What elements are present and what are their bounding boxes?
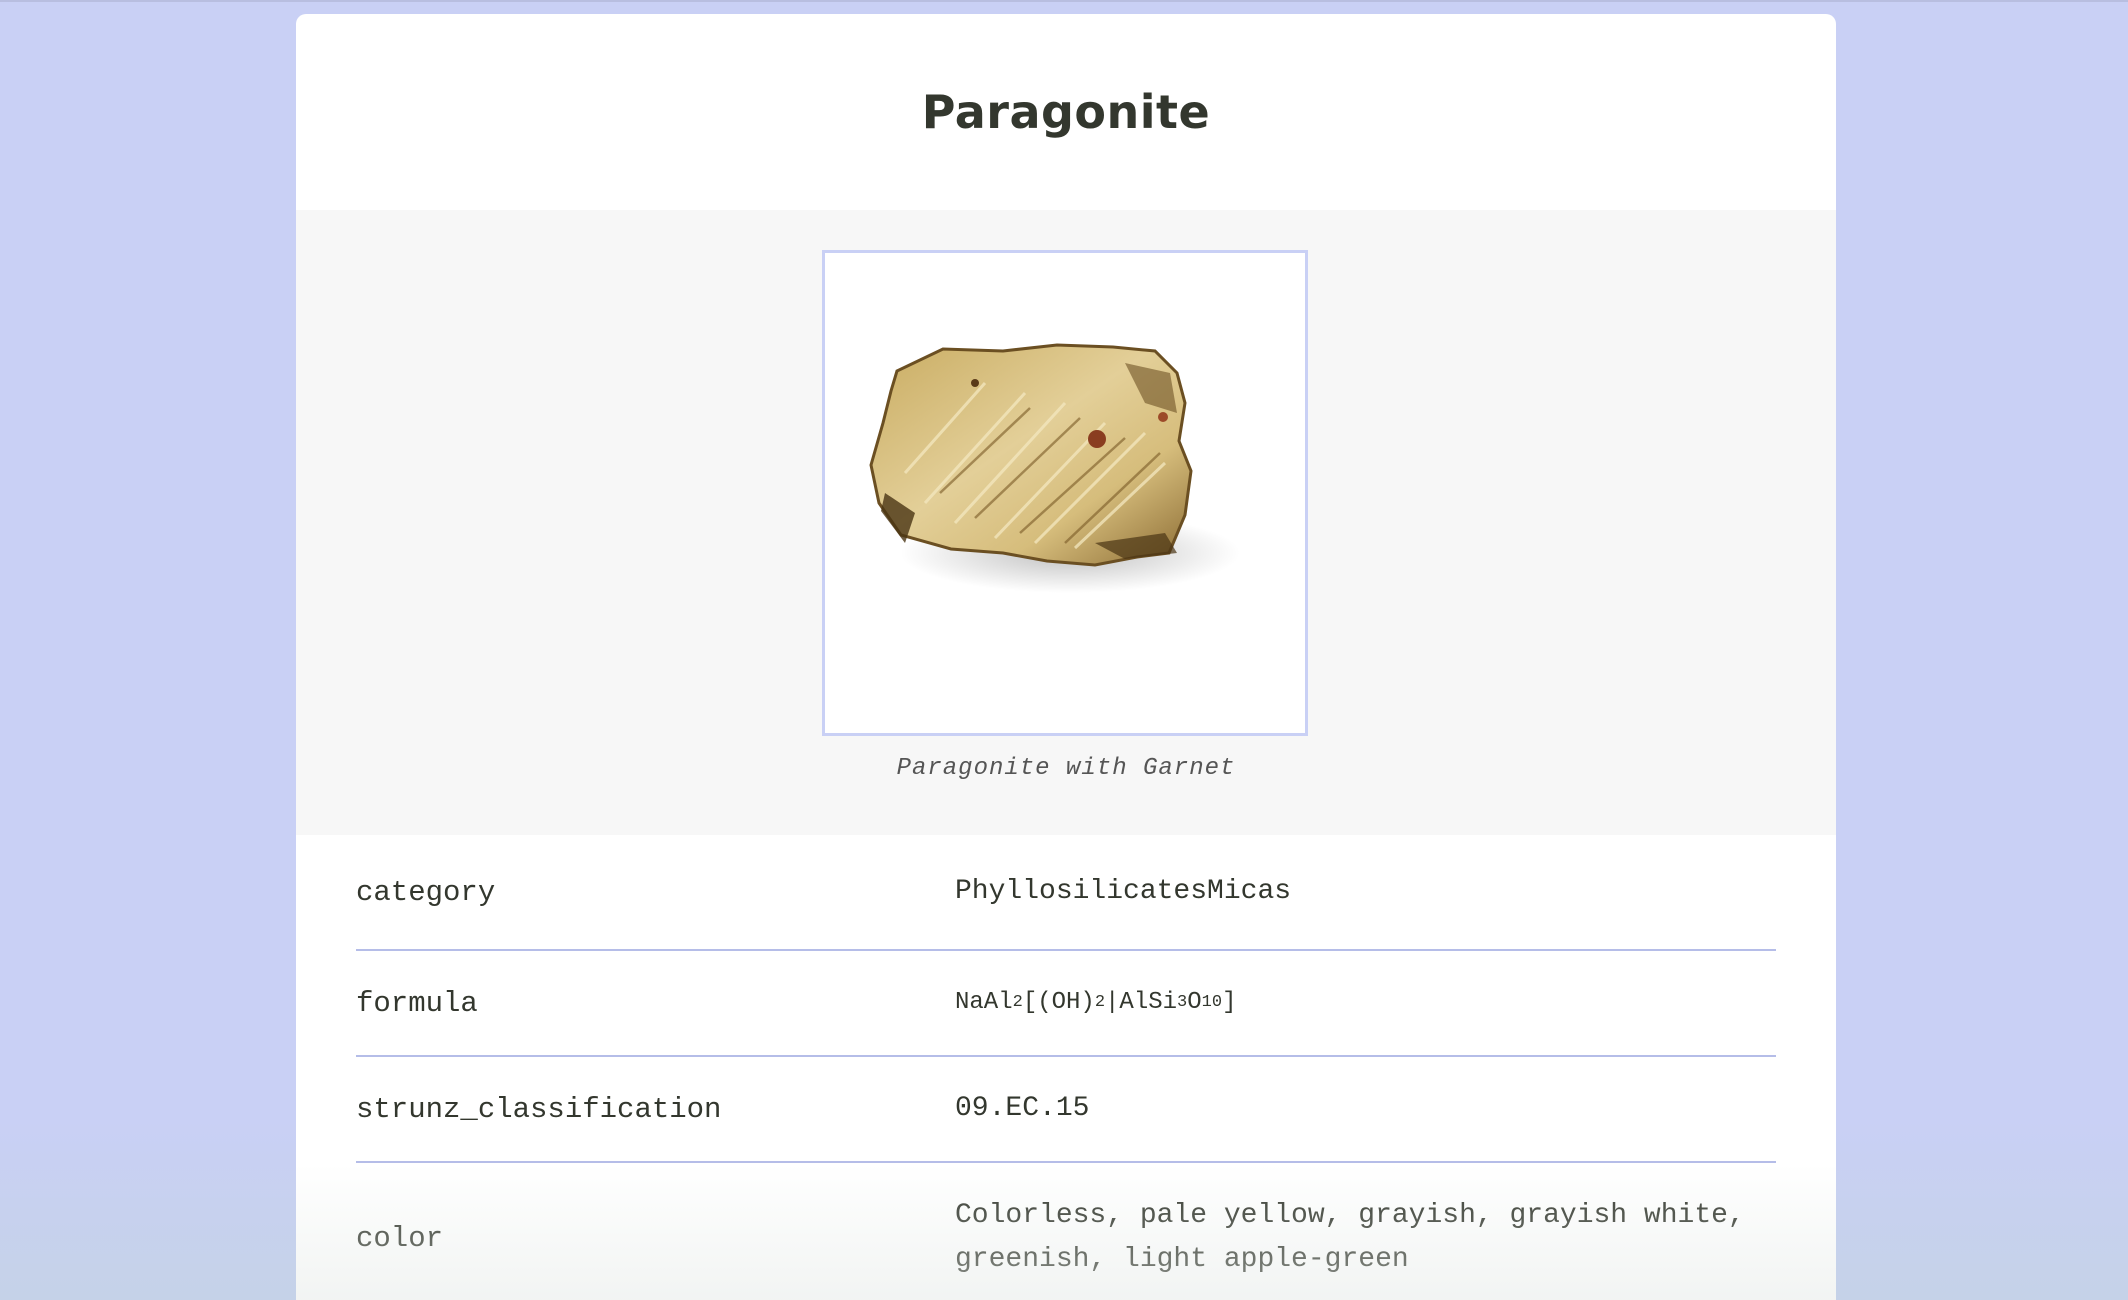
property-row-color: color Colorless, pale yellow, grayish, g… <box>356 1163 1776 1300</box>
page-title: Paragonite <box>921 85 1211 139</box>
property-value: Colorless, pale yellow, grayish, grayish… <box>955 1200 1745 1275</box>
title-area: Paragonite <box>296 14 1836 210</box>
property-row-formula: formula NaAl 2 [(OH) 2 |AlSi 3 O 10] <box>356 951 1776 1057</box>
mineral-image <box>869 343 1240 593</box>
image-caption: Paragonite with Garnet <box>896 755 1236 782</box>
top-divider <box>0 0 2128 2</box>
property-key: formula <box>356 986 478 1020</box>
property-key: category <box>356 875 496 909</box>
mineral-image-frame <box>822 250 1308 736</box>
property-key: strunz_classification <box>356 1092 722 1126</box>
formula-value: NaAl 2 [(OH) 2 |AlSi 3 O 10] <box>955 989 1237 1016</box>
property-value: PhyllosilicatesMicas <box>955 876 1292 907</box>
mineral-card: Paragonite Paragonite with Garnet catego… <box>296 14 1836 1300</box>
property-value: 09.EC.15 <box>955 1093 1090 1124</box>
property-row-category: category PhyllosilicatesMicas <box>356 835 1776 951</box>
properties-table: category PhyllosilicatesMicas formula Na… <box>296 835 1836 1300</box>
property-row-strunz: strunz_classification 09.EC.15 <box>356 1057 1776 1163</box>
property-key: color <box>356 1221 444 1255</box>
figure-area: Paragonite with Garnet <box>296 210 1836 835</box>
